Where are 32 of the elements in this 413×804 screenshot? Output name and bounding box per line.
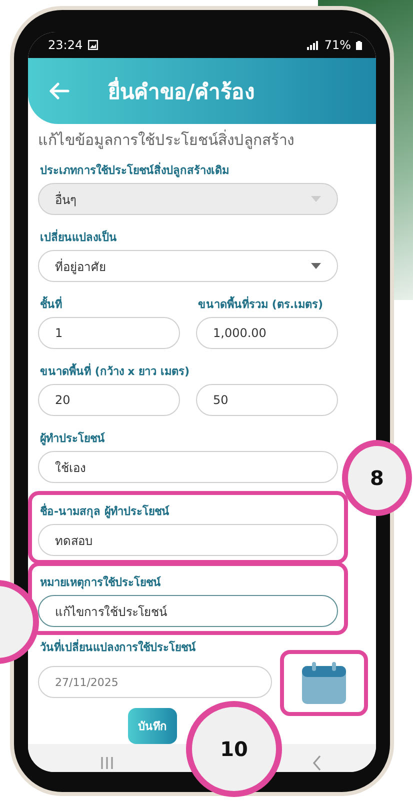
calendar-button[interactable] [280, 650, 368, 716]
input-field[interactable]: แก้ไขการใช้ประโยชน์ [38, 595, 338, 627]
back-arrow-icon[interactable] [48, 82, 70, 100]
input-field[interactable]: ทดสอบ [38, 524, 338, 556]
field-label: ชั้นที่ [40, 295, 63, 313]
battery-level: 71% [324, 38, 351, 52]
field-label: หมายเหตุการใช้ประโยชน์ [40, 574, 162, 591]
dropdown-field[interactable]: ที่อยู่อาศัย [38, 250, 338, 282]
field-label: เปลี่ยนแปลงเป็น [40, 228, 118, 246]
field-label: ขนาดพื้นที่ (กว้าง x ยาว เมตร) [40, 362, 190, 380]
status-time: 23:24 [48, 38, 83, 52]
dropdown-caret-icon [311, 263, 321, 269]
input-field[interactable]: 50 [196, 384, 338, 416]
input-field[interactable]: 1,000.00 [196, 317, 338, 349]
image-icon [88, 40, 98, 50]
field-label: ประเภทการใช้ประโยชน์สิ่งปลูกสร้างเดิม [40, 161, 230, 179]
recent-apps-icon[interactable] [100, 756, 114, 770]
input-field[interactable]: ใช้เอง [38, 451, 338, 483]
input-field[interactable]: 1 [38, 317, 180, 349]
input-field[interactable]: 20 [38, 384, 180, 416]
signal-icon [307, 40, 320, 50]
header-title: ยื่นคำขอ/คำร้อง [108, 74, 255, 108]
section-title: แก้ไขข้อมูลการใช้ประโยชน์สิ่งปลูกสร้าง [38, 128, 295, 151]
battery-icon [356, 40, 362, 50]
date-field[interactable]: 27/11/2025 [38, 666, 272, 698]
field-label: ชื่อ-นามสกุล ผู้ทำประโยชน์ [40, 502, 170, 520]
field-label: ผู้ทำประโยชน์ [40, 430, 106, 447]
dropdown-caret-icon [311, 196, 321, 202]
calendar-icon [302, 662, 346, 704]
field-label: ขนาดพื้นที่รวม (ตร.เมตร) [198, 295, 324, 313]
field-label: วันที่เปลี่ยนแปลงการใช้ประโยชน์ [40, 638, 197, 656]
back-icon[interactable] [312, 755, 322, 771]
